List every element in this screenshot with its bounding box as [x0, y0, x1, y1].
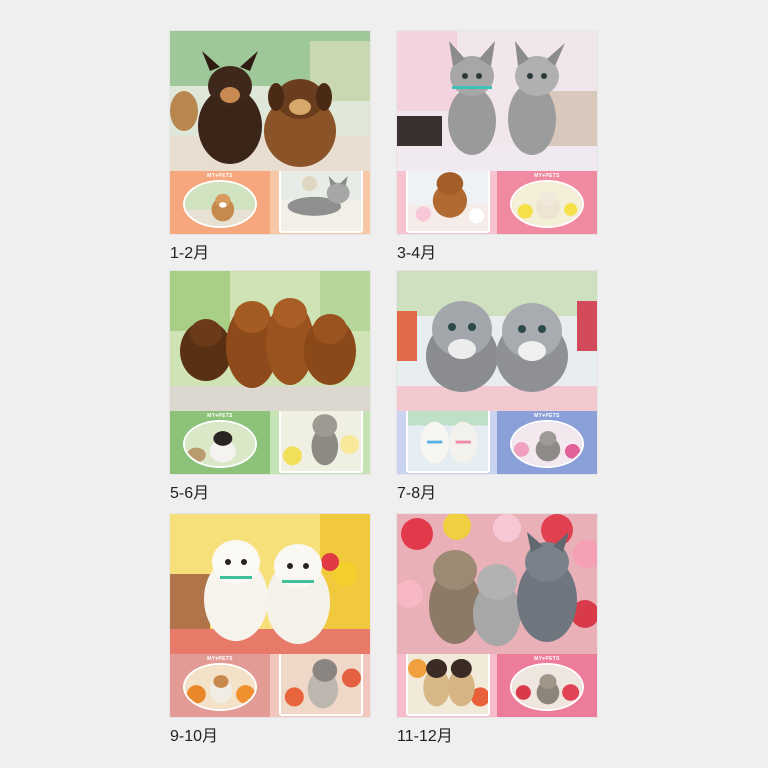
sub-photo-kitten — [510, 663, 584, 711]
sub-panel-left: MY♥PETS — [170, 171, 270, 234]
calendar-page-sep-oct[interactable]: MY♥PETS 9-10月 — [170, 514, 370, 745]
sub-panel-left — [397, 654, 497, 717]
calendar-page-may-jun[interactable]: MY♥PETS 5-6月 — [170, 271, 370, 502]
sub-photo-kitten — [510, 180, 584, 228]
sub-panel-right: MY♥PETS — [497, 654, 597, 717]
sub-photo-white-puppies — [406, 411, 490, 473]
sub-photo-kitten — [510, 420, 584, 468]
calendar-sheet: MY♥PETS — [397, 31, 597, 234]
main-photo-kittens-roses — [397, 514, 597, 654]
brand-band: MY♥PETS — [170, 174, 270, 179]
brand-label: MY♥PETS — [534, 413, 560, 419]
sub-panel-left — [397, 411, 497, 474]
calendar-sheet: MY♥PETS — [170, 31, 370, 234]
sub-photo-kitten — [279, 411, 363, 473]
calendar-page-nov-dec[interactable]: MY♥PETS 11-12月 — [397, 514, 597, 745]
brand-band: MY♥PETS — [170, 657, 270, 662]
month-label: 1-2月 — [170, 245, 210, 262]
calendar-preview-page: MY♥PETS 1-2月 MY♥PETS 3-4月 MY♥PETS 5-6月 M… — [0, 0, 768, 768]
sub-panel-right: MY♥PETS — [497, 411, 597, 474]
brand-label: MY♥PETS — [207, 656, 233, 662]
calendar-sheet: MY♥PETS — [397, 514, 597, 717]
calendar-page-mar-apr[interactable]: MY♥PETS 3-4月 — [397, 31, 597, 262]
month-label: 3-4月 — [397, 245, 437, 262]
sub-panel-left: MY♥PETS — [170, 654, 270, 717]
month-label: 11-12月 — [397, 728, 453, 745]
main-photo-dachshunds — [170, 271, 370, 411]
calendar-sheet: MY♥PETS — [170, 271, 370, 474]
sub-photo-papillon — [183, 420, 257, 468]
brand-label: MY♥PETS — [534, 656, 560, 662]
sub-panel-right: MY♥PETS — [497, 171, 597, 234]
brand-label: MY♥PETS — [207, 413, 233, 419]
month-label: 7-8月 — [397, 485, 437, 502]
main-photo-fluffy-kittens — [397, 271, 597, 411]
calendar-page-jan-feb[interactable]: MY♥PETS 1-2月 — [170, 31, 370, 262]
month-label: 5-6月 — [170, 485, 210, 502]
brand-label: MY♥PETS — [534, 173, 560, 179]
sub-panel-right — [270, 654, 370, 717]
brand-band: MY♥PETS — [497, 657, 597, 662]
brand-band: MY♥PETS — [497, 174, 597, 179]
bottom-strip: MY♥PETS — [397, 411, 597, 474]
bottom-strip: MY♥PETS — [170, 411, 370, 474]
sub-panel-right — [270, 411, 370, 474]
calendar-sheet: MY♥PETS — [170, 514, 370, 717]
brand-label: MY♥PETS — [207, 173, 233, 179]
sub-photo-corgi — [183, 180, 257, 228]
sub-photo-kittens — [279, 654, 363, 716]
bottom-strip: MY♥PETS — [170, 654, 370, 717]
month-label: 9-10月 — [170, 728, 219, 745]
main-photo-kittens — [397, 31, 597, 171]
main-photo-puppies — [170, 31, 370, 171]
sub-photo-poodle — [406, 171, 490, 233]
bottom-strip: MY♥PETS — [170, 171, 370, 234]
brand-band: MY♥PETS — [170, 414, 270, 419]
sub-photo-kittens — [279, 171, 363, 233]
sub-photo-puppy-pumpkins — [183, 663, 257, 711]
brand-band: MY♥PETS — [497, 414, 597, 419]
bottom-strip: MY♥PETS — [397, 654, 597, 717]
sub-panel-right — [270, 171, 370, 234]
sub-panel-left: MY♥PETS — [170, 411, 270, 474]
calendar-page-jul-aug[interactable]: MY♥PETS 7-8月 — [397, 271, 597, 502]
calendar-sheet: MY♥PETS — [397, 271, 597, 474]
main-photo-poodles — [170, 514, 370, 654]
bottom-strip: MY♥PETS — [397, 171, 597, 234]
sub-panel-left — [397, 171, 497, 234]
sub-photo-pugs — [406, 654, 490, 716]
